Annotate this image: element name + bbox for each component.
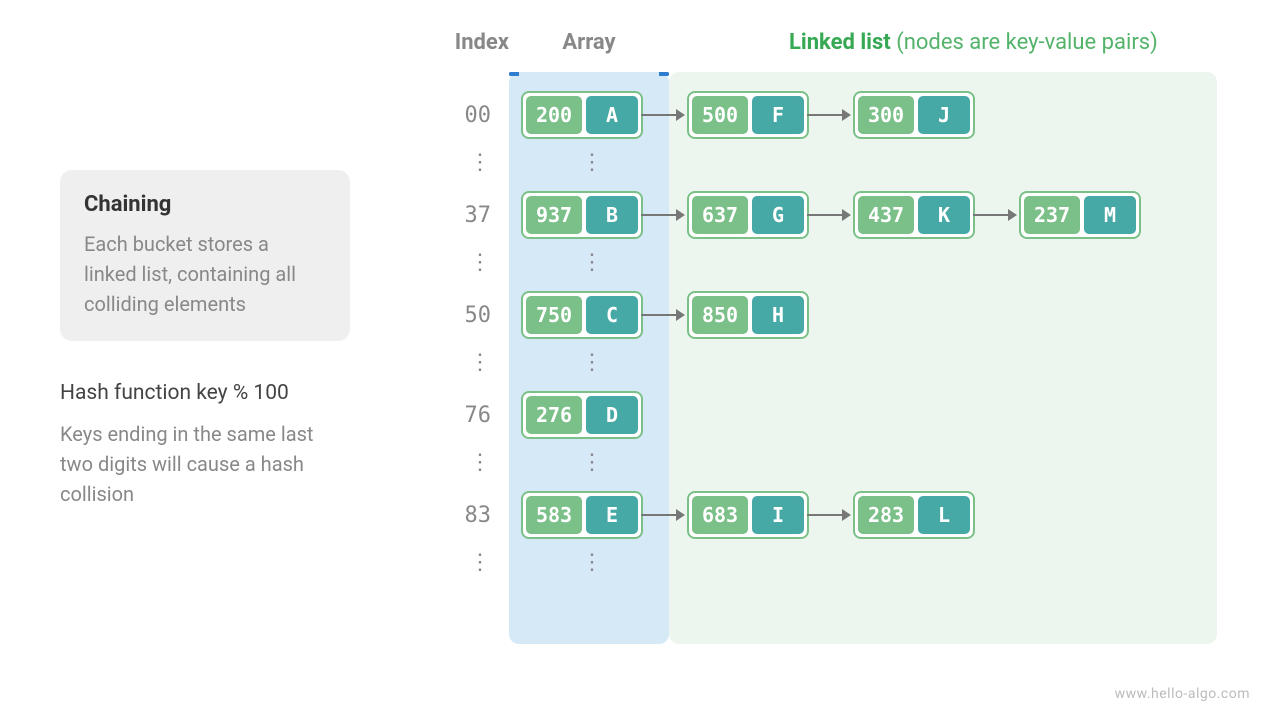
node-key: 283 [858, 496, 914, 534]
vertical-ellipsis-icon: ⋮ [581, 250, 603, 275]
node-key: 750 [526, 296, 582, 334]
bucket-row-76: 76 276D [409, 390, 643, 440]
arrow-icon [641, 514, 685, 516]
node-value: C [586, 296, 638, 334]
vertical-ellipsis-icon: ⋮ [581, 150, 603, 175]
footer-attribution: www.hello-algo.com [1115, 686, 1250, 702]
arrow-icon [807, 214, 851, 216]
vertical-ellipsis-icon: ⋮ [581, 350, 603, 375]
node-value: A [586, 96, 638, 134]
index-label: 37 [409, 203, 491, 228]
bucket-row-83: 83 583E 683I 283L [409, 490, 975, 540]
vertical-ellipsis-icon: ⋮ [469, 550, 491, 575]
arrow-icon [807, 514, 851, 516]
arrow-icon [641, 314, 685, 316]
node-value: J [918, 96, 970, 134]
node-value: B [586, 196, 638, 234]
arrow-icon [807, 114, 851, 116]
node: 500F [687, 91, 809, 139]
node: 437K [853, 191, 975, 239]
node-value: I [752, 496, 804, 534]
explanation-panel: Chaining Each bucket stores a linked lis… [60, 170, 350, 509]
node-key: 437 [858, 196, 914, 234]
node: 583E [521, 491, 643, 539]
bucket-row-37: 37 937B 637G 437K 237M [409, 190, 1141, 240]
card-title: Chaining [84, 192, 326, 217]
vertical-ellipsis-icon: ⋮ [581, 450, 603, 475]
node: 200A [521, 91, 643, 139]
node-key: 583 [526, 496, 582, 534]
node: 276D [521, 391, 643, 439]
node: 637G [687, 191, 809, 239]
array-bracket-right-icon [659, 72, 669, 76]
node: 850H [687, 291, 809, 339]
index-label: 76 [409, 403, 491, 428]
node-value: H [752, 296, 804, 334]
node: 283L [853, 491, 975, 539]
node-key: 683 [692, 496, 748, 534]
index-label: 50 [409, 303, 491, 328]
column-headers: Index Array Linked list (nodes are key-v… [409, 30, 1158, 55]
vertical-ellipsis-icon: ⋮ [581, 550, 603, 575]
header-array: Array [509, 30, 669, 55]
node-value: G [752, 196, 804, 234]
vertical-ellipsis-icon: ⋮ [469, 150, 491, 175]
index-label: 83 [409, 503, 491, 528]
bucket-row-00: 00 200A 500F 300J [409, 90, 975, 140]
hash-function-label: Hash function key % 100 [60, 381, 350, 405]
node: 683I [687, 491, 809, 539]
hash-collision-note: Keys ending in the same last two digits … [60, 419, 350, 509]
node-value: D [586, 396, 638, 434]
bucket-row-50: 50 750C 850H [409, 290, 809, 340]
card-body: Each bucket stores a linked list, contai… [84, 229, 326, 319]
arrow-icon [973, 214, 1017, 216]
index-label: 00 [409, 103, 491, 128]
arrow-icon [641, 114, 685, 116]
header-linked-list: Linked list (nodes are key-value pairs) [789, 30, 1158, 55]
node: 237M [1019, 191, 1141, 239]
node-value: L [918, 496, 970, 534]
node-key: 276 [526, 396, 582, 434]
header-index: Index [409, 30, 509, 55]
node-key: 850 [692, 296, 748, 334]
node-value: M [1084, 196, 1136, 234]
node-value: E [586, 496, 638, 534]
node-key: 300 [858, 96, 914, 134]
node-key: 937 [526, 196, 582, 234]
vertical-ellipsis-icon: ⋮ [469, 250, 491, 275]
node-key: 637 [692, 196, 748, 234]
node: 300J [853, 91, 975, 139]
node-key: 200 [526, 96, 582, 134]
chaining-card: Chaining Each bucket stores a linked lis… [60, 170, 350, 341]
node-key: 237 [1024, 196, 1080, 234]
node: 750C [521, 291, 643, 339]
arrow-icon [641, 214, 685, 216]
vertical-ellipsis-icon: ⋮ [469, 450, 491, 475]
vertical-ellipsis-icon: ⋮ [469, 350, 491, 375]
array-bracket-left-icon [509, 72, 519, 76]
node-value: F [752, 96, 804, 134]
linked-list-background [669, 72, 1217, 644]
node-key: 500 [692, 96, 748, 134]
node: 937B [521, 191, 643, 239]
node-value: K [918, 196, 970, 234]
